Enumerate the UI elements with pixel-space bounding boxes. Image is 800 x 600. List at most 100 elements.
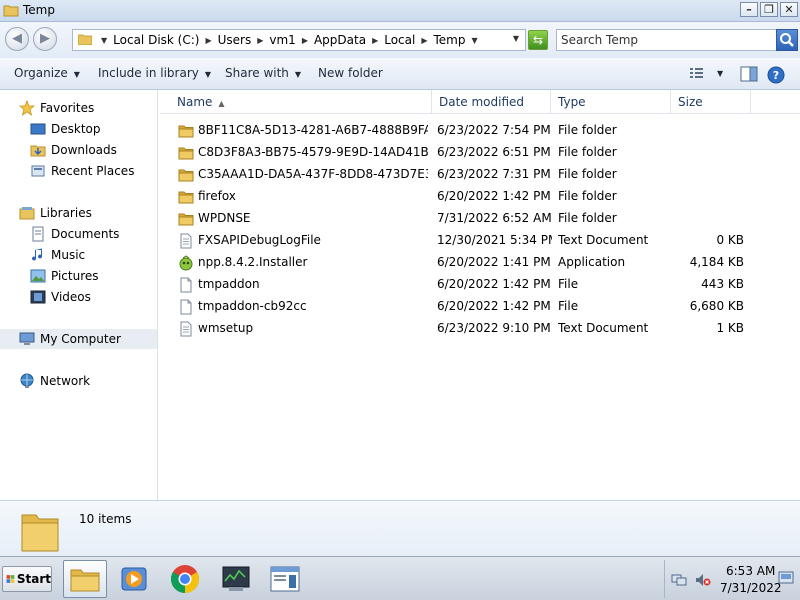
column-date-modified[interactable]: Date modified	[432, 90, 551, 114]
file-name: 8BF11C8A-5D13-4281-A6B7-4888B9FAB8...	[198, 123, 428, 137]
maximize-button[interactable]: ❐	[760, 2, 778, 17]
back-button[interactable]: ◀	[5, 27, 29, 51]
taskbar-chrome[interactable]	[163, 560, 207, 598]
file-row[interactable]: wmsetup 6/23/2022 9:10 PM Text Document 1 K…	[160, 318, 800, 340]
file-type: File folder	[558, 189, 617, 203]
nav-my-computer[interactable]: My Computer	[0, 329, 157, 349]
file-row[interactable]: tmpaddon-cb92cc 6/20/2022 1:42 PM File 6,68…	[160, 296, 800, 318]
chevron-right-icon[interactable]: ▼	[101, 36, 107, 45]
breadcrumb-temp[interactable]: Temp	[434, 33, 466, 47]
search-box[interactable]	[556, 29, 798, 51]
taskbar-task-manager[interactable]	[214, 560, 258, 598]
file-date-modified: 6/23/2022 7:54 PM	[437, 123, 551, 137]
search-input[interactable]	[561, 32, 771, 48]
libraries-icon	[19, 207, 35, 220]
start-button[interactable]: Start	[2, 566, 52, 592]
column-size[interactable]: Size	[671, 90, 751, 114]
file-row[interactable]: C35AAA1D-DA5A-437F-8DD8-473D7E327... 6/23…	[160, 164, 800, 186]
chevron-right-icon[interactable]: ▶	[372, 36, 378, 45]
file-row[interactable]: WPDNSE 7/31/2022 6:52 AM File folder	[160, 208, 800, 230]
new-folder-button[interactable]: New folder	[318, 66, 383, 80]
task-manager-icon	[222, 566, 250, 591]
minimize-button[interactable]: –	[740, 2, 758, 17]
folder-icon	[178, 191, 194, 204]
address-row: ◀ ▶ ▼ Local Disk (C:) ▶ Users ▶ vm1 ▶ Ap…	[0, 22, 800, 58]
downloads-folder-icon	[30, 145, 46, 157]
chevron-right-icon[interactable]: ▶	[302, 36, 308, 45]
nav-documents-label: Documents	[51, 227, 120, 241]
window-title: Temp	[23, 3, 55, 17]
chevron-right-icon[interactable]: ▶	[205, 36, 211, 45]
nav-network[interactable]: Network	[19, 371, 176, 391]
network-icon	[20, 373, 34, 388]
file-row[interactable]: FXSAPIDebugLogFile 12/30/2021 5:34 PM Text…	[160, 230, 800, 252]
file-name: npp.8.4.2.Installer	[198, 255, 308, 269]
nav-music-label: Music	[51, 248, 86, 262]
file-name: tmpaddon-cb92cc	[198, 299, 307, 313]
clock-date[interactable]: 7/31/2022	[720, 581, 782, 595]
file-type: Text Document	[558, 233, 649, 247]
address-bar[interactable]: ▼ Local Disk (C:) ▶ Users ▶ vm1 ▶ AppDat…	[72, 29, 526, 51]
column-size-label: Size	[678, 95, 703, 109]
taskbar-explorer[interactable]	[63, 560, 107, 598]
breadcrumb-users[interactable]: Users	[218, 33, 252, 47]
column-type[interactable]: Type	[551, 90, 671, 114]
chevron-right-icon[interactable]: ▶	[257, 36, 263, 45]
computer-icon	[19, 332, 35, 345]
address-dropdown-icon[interactable]: ▼	[513, 34, 519, 43]
details-pane: 10 items	[0, 500, 800, 556]
network-status-icon[interactable]	[671, 572, 687, 588]
nav-my-computer-label: My Computer	[40, 332, 121, 346]
file-row[interactable]: npp.8.4.2.Installer 6/20/2022 1:41 PM Appl…	[160, 252, 800, 274]
column-name[interactable]: Name ▲	[170, 90, 432, 114]
column-type-label: Type	[558, 95, 586, 109]
view-dropdown-icon[interactable]: ▼	[717, 69, 723, 78]
breadcrumb-vm1[interactable]: vm1	[269, 33, 295, 47]
file-size: 4,184 KB	[689, 255, 744, 269]
chevron-down-icon[interactable]: ▼	[471, 36, 477, 45]
show-desktop-icon[interactable]	[778, 570, 794, 586]
file-row[interactable]: tmpaddon 6/20/2022 1:42 PM File 443 KB	[160, 274, 800, 296]
help-icon[interactable]: ?	[767, 66, 785, 84]
preview-pane-icon[interactable]	[740, 66, 758, 82]
file-row[interactable]: 8BF11C8A-5D13-4281-A6B7-4888B9FAB8... 6/2…	[160, 120, 800, 142]
column-header: Name ▲ Date modified Type Size	[160, 90, 800, 114]
file-name: wmsetup	[198, 321, 254, 335]
column-date-label: Date modified	[439, 95, 525, 109]
organize-menu[interactable]: Organize ▼	[14, 66, 80, 80]
file-date-modified: 6/20/2022 1:42 PM	[437, 189, 551, 203]
breadcrumb-appdata[interactable]: AppData	[314, 33, 366, 47]
breadcrumb-local[interactable]: Local	[384, 33, 415, 47]
organize-label: Organize	[14, 66, 68, 80]
nav-libraries[interactable]: Libraries	[19, 203, 176, 223]
file-name: firefox	[198, 189, 236, 203]
recent-places-icon	[31, 165, 45, 177]
taskbar-media-player[interactable]	[112, 560, 156, 598]
chevron-down-icon: ▼	[204, 70, 212, 79]
share-with-menu[interactable]: Share with ▼	[225, 66, 301, 80]
search-button[interactable]	[776, 29, 798, 51]
file-type: File folder	[558, 145, 617, 159]
chevron-down-icon: ▼	[294, 70, 302, 79]
taskbar-window-app[interactable]	[263, 560, 307, 598]
clock-time[interactable]: 6:53 AM	[726, 564, 775, 578]
command-bar: Organize ▼ Include in library ▼ Share with…	[0, 58, 800, 90]
view-options-icon[interactable]	[689, 66, 705, 80]
file-date-modified: 6/23/2022 7:31 PM	[437, 167, 551, 181]
breadcrumb-local-disk[interactable]: Local Disk (C:)	[113, 33, 199, 47]
include-in-library-menu[interactable]: Include in library ▼	[98, 66, 211, 80]
file-date-modified: 6/20/2022 1:42 PM	[437, 277, 551, 291]
file-size: 6,680 KB	[689, 299, 744, 313]
folder-icon	[3, 5, 19, 17]
new-folder-label: New folder	[318, 66, 383, 80]
file-row[interactable]: C8D3F8A3-BB75-4579-9E9D-14AD41BD3... 6/23…	[160, 142, 800, 164]
forward-button[interactable]: ▶	[33, 27, 57, 51]
refresh-button[interactable]: ⇆	[528, 30, 548, 50]
volume-muted-icon[interactable]	[695, 572, 711, 588]
file-type: File folder	[558, 167, 617, 181]
share-with-label: Share with	[225, 66, 289, 80]
chevron-right-icon[interactable]: ▶	[421, 36, 427, 45]
nav-favorites[interactable]: Favorites	[19, 98, 176, 118]
file-row[interactable]: firefox 6/20/2022 1:42 PM File folder	[160, 186, 800, 208]
close-button[interactable]: ✕	[780, 2, 798, 17]
